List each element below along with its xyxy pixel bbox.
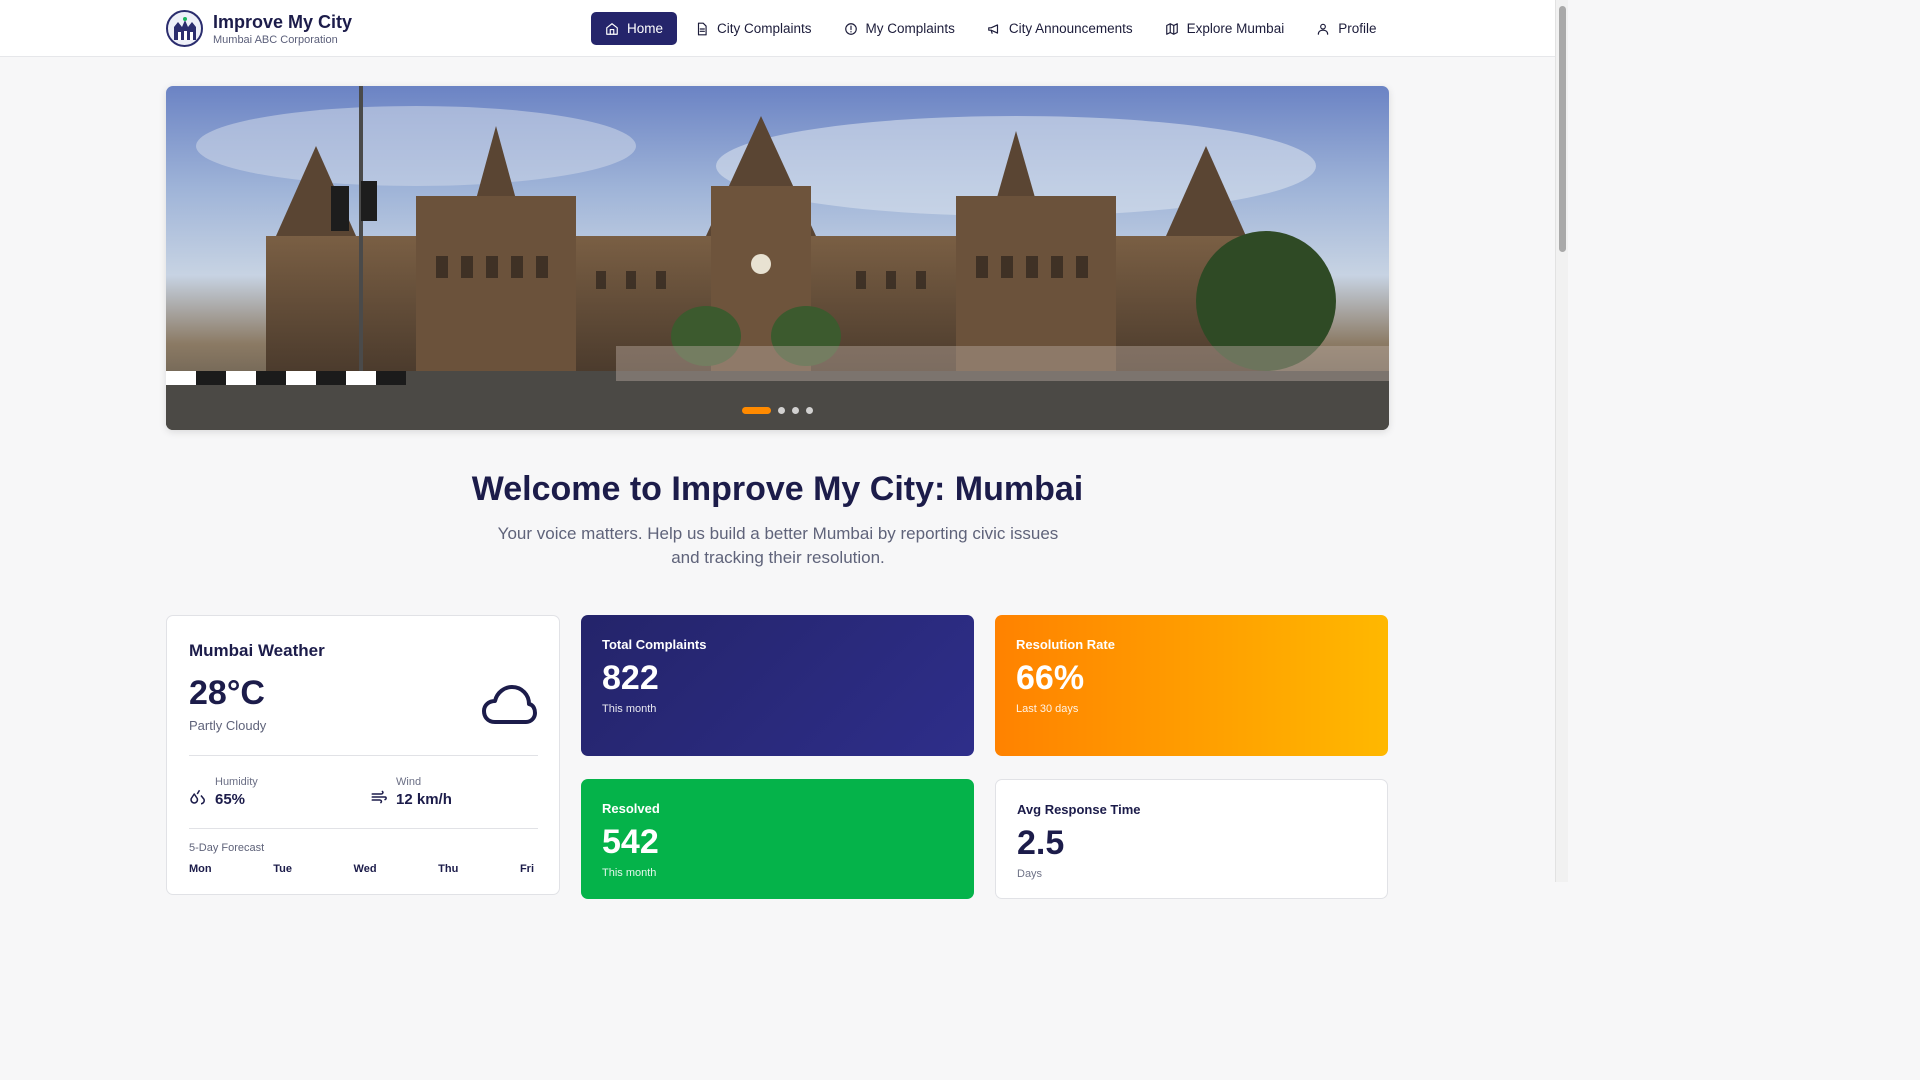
home-icon <box>606 22 618 35</box>
resolved-label: Resolved <box>602 801 660 816</box>
forecast-days: Mon Tue Wed Thu Fri <box>189 863 534 875</box>
forecast-day: Mon <box>189 863 212 875</box>
main-nav: Home City Complaints My Complaints City … <box>591 12 1394 45</box>
nav-explore-mumbai[interactable]: Explore Mumbai <box>1151 12 1299 45</box>
nav-city-announcements-label: City Announcements <box>1008 21 1133 36</box>
droplets-icon <box>190 789 205 805</box>
resolution-rate-label: Resolution Rate <box>1016 637 1115 652</box>
top-header: Improve My City Mumbai ABC Corporation H… <box>0 0 1555 57</box>
city-logo-icon <box>166 10 203 47</box>
app-subtitle: Mumbai ABC Corporation <box>213 33 338 46</box>
avg-response-card[interactable]: Avg Response Time 2.5 Days <box>995 779 1388 899</box>
welcome-title: Welcome to Improve My City: Mumbai <box>471 470 1084 508</box>
hero-carousel[interactable] <box>166 86 1389 430</box>
avg-response-value: 2.5 <box>1017 824 1065 862</box>
resolution-rate-value: 66% <box>1016 659 1085 697</box>
brand[interactable]: Improve My City Mumbai ABC Corporation <box>166 10 352 47</box>
nav-city-complaints-label: City Complaints <box>717 21 812 36</box>
avg-response-note: Days <box>1017 868 1043 880</box>
alert-circle-icon <box>844 22 857 35</box>
cloud-icon <box>482 685 537 724</box>
hero-image <box>166 86 1389 430</box>
total-complaints-label: Total Complaints <box>602 637 707 652</box>
total-complaints-value: 822 <box>602 659 659 697</box>
carousel-dot-2[interactable] <box>778 407 785 414</box>
total-complaints-card[interactable]: Total Complaints 822 This month <box>581 615 974 756</box>
wind-metric: Wind 12 km/h <box>370 776 452 808</box>
carousel-dots <box>742 407 813 414</box>
weather-title: Mumbai Weather <box>189 641 325 660</box>
nav-profile[interactable]: Profile <box>1302 12 1390 45</box>
weather-divider <box>189 755 538 756</box>
forecast-day: Wed <box>353 863 377 875</box>
total-complaints-note: This month <box>602 703 657 715</box>
forecast-title: 5-Day Forecast <box>189 842 265 854</box>
resolved-value: 542 <box>602 823 659 861</box>
weather-divider-2 <box>189 828 538 829</box>
nav-home-label: Home <box>627 21 664 36</box>
resolved-note: This month <box>602 867 657 879</box>
nav-my-complaints[interactable]: My Complaints <box>830 12 969 45</box>
page-scrollbar[interactable] <box>1555 0 1568 882</box>
wind-label: Wind <box>396 776 422 788</box>
forecast-day: Fri <box>519 863 534 875</box>
nav-explore-mumbai-label: Explore Mumbai <box>1186 21 1285 36</box>
user-icon <box>1317 23 1329 35</box>
wind-value: 12 km/h <box>396 791 452 808</box>
welcome-subtitle: Your voice matters. Help us build a bett… <box>497 524 1059 567</box>
forecast-day: Thu <box>438 863 459 875</box>
nav-my-complaints-label: My Complaints <box>865 21 955 36</box>
app-title: Improve My City <box>213 11 353 32</box>
nav-profile-label: Profile <box>1338 21 1377 36</box>
resolved-card[interactable]: Resolved 542 This month <box>581 779 974 899</box>
nav-home[interactable]: Home <box>591 12 678 45</box>
map-icon <box>1165 22 1178 35</box>
humidity-label: Humidity <box>215 776 258 788</box>
carousel-dot-1[interactable] <box>742 407 771 414</box>
carousel-dot-4[interactable] <box>806 407 813 414</box>
weather-temperature: 28°C <box>189 674 265 712</box>
carousel-dot-3[interactable] <box>792 407 799 414</box>
nav-city-complaints[interactable]: City Complaints <box>681 12 826 45</box>
document-icon <box>697 22 707 35</box>
wind-icon <box>371 790 387 804</box>
weather-condition: Partly Cloudy <box>189 718 267 733</box>
resolution-rate-card[interactable]: Resolution Rate 66% Last 30 days <box>995 615 1388 756</box>
nav-city-announcements[interactable]: City Announcements <box>973 12 1147 45</box>
humidity-value: 65% <box>215 791 246 808</box>
weather-card: Mumbai Weather 28°C Partly Cloudy Humidi… <box>166 615 560 895</box>
megaphone-icon <box>987 23 998 34</box>
resolution-rate-note: Last 30 days <box>1016 703 1079 715</box>
avg-response-label: Avg Response Time <box>1017 802 1141 817</box>
humidity-metric: Humidity 65% <box>189 776 258 808</box>
forecast-day: Tue <box>273 863 292 875</box>
scrollbar-thumb[interactable] <box>1559 6 1566 252</box>
